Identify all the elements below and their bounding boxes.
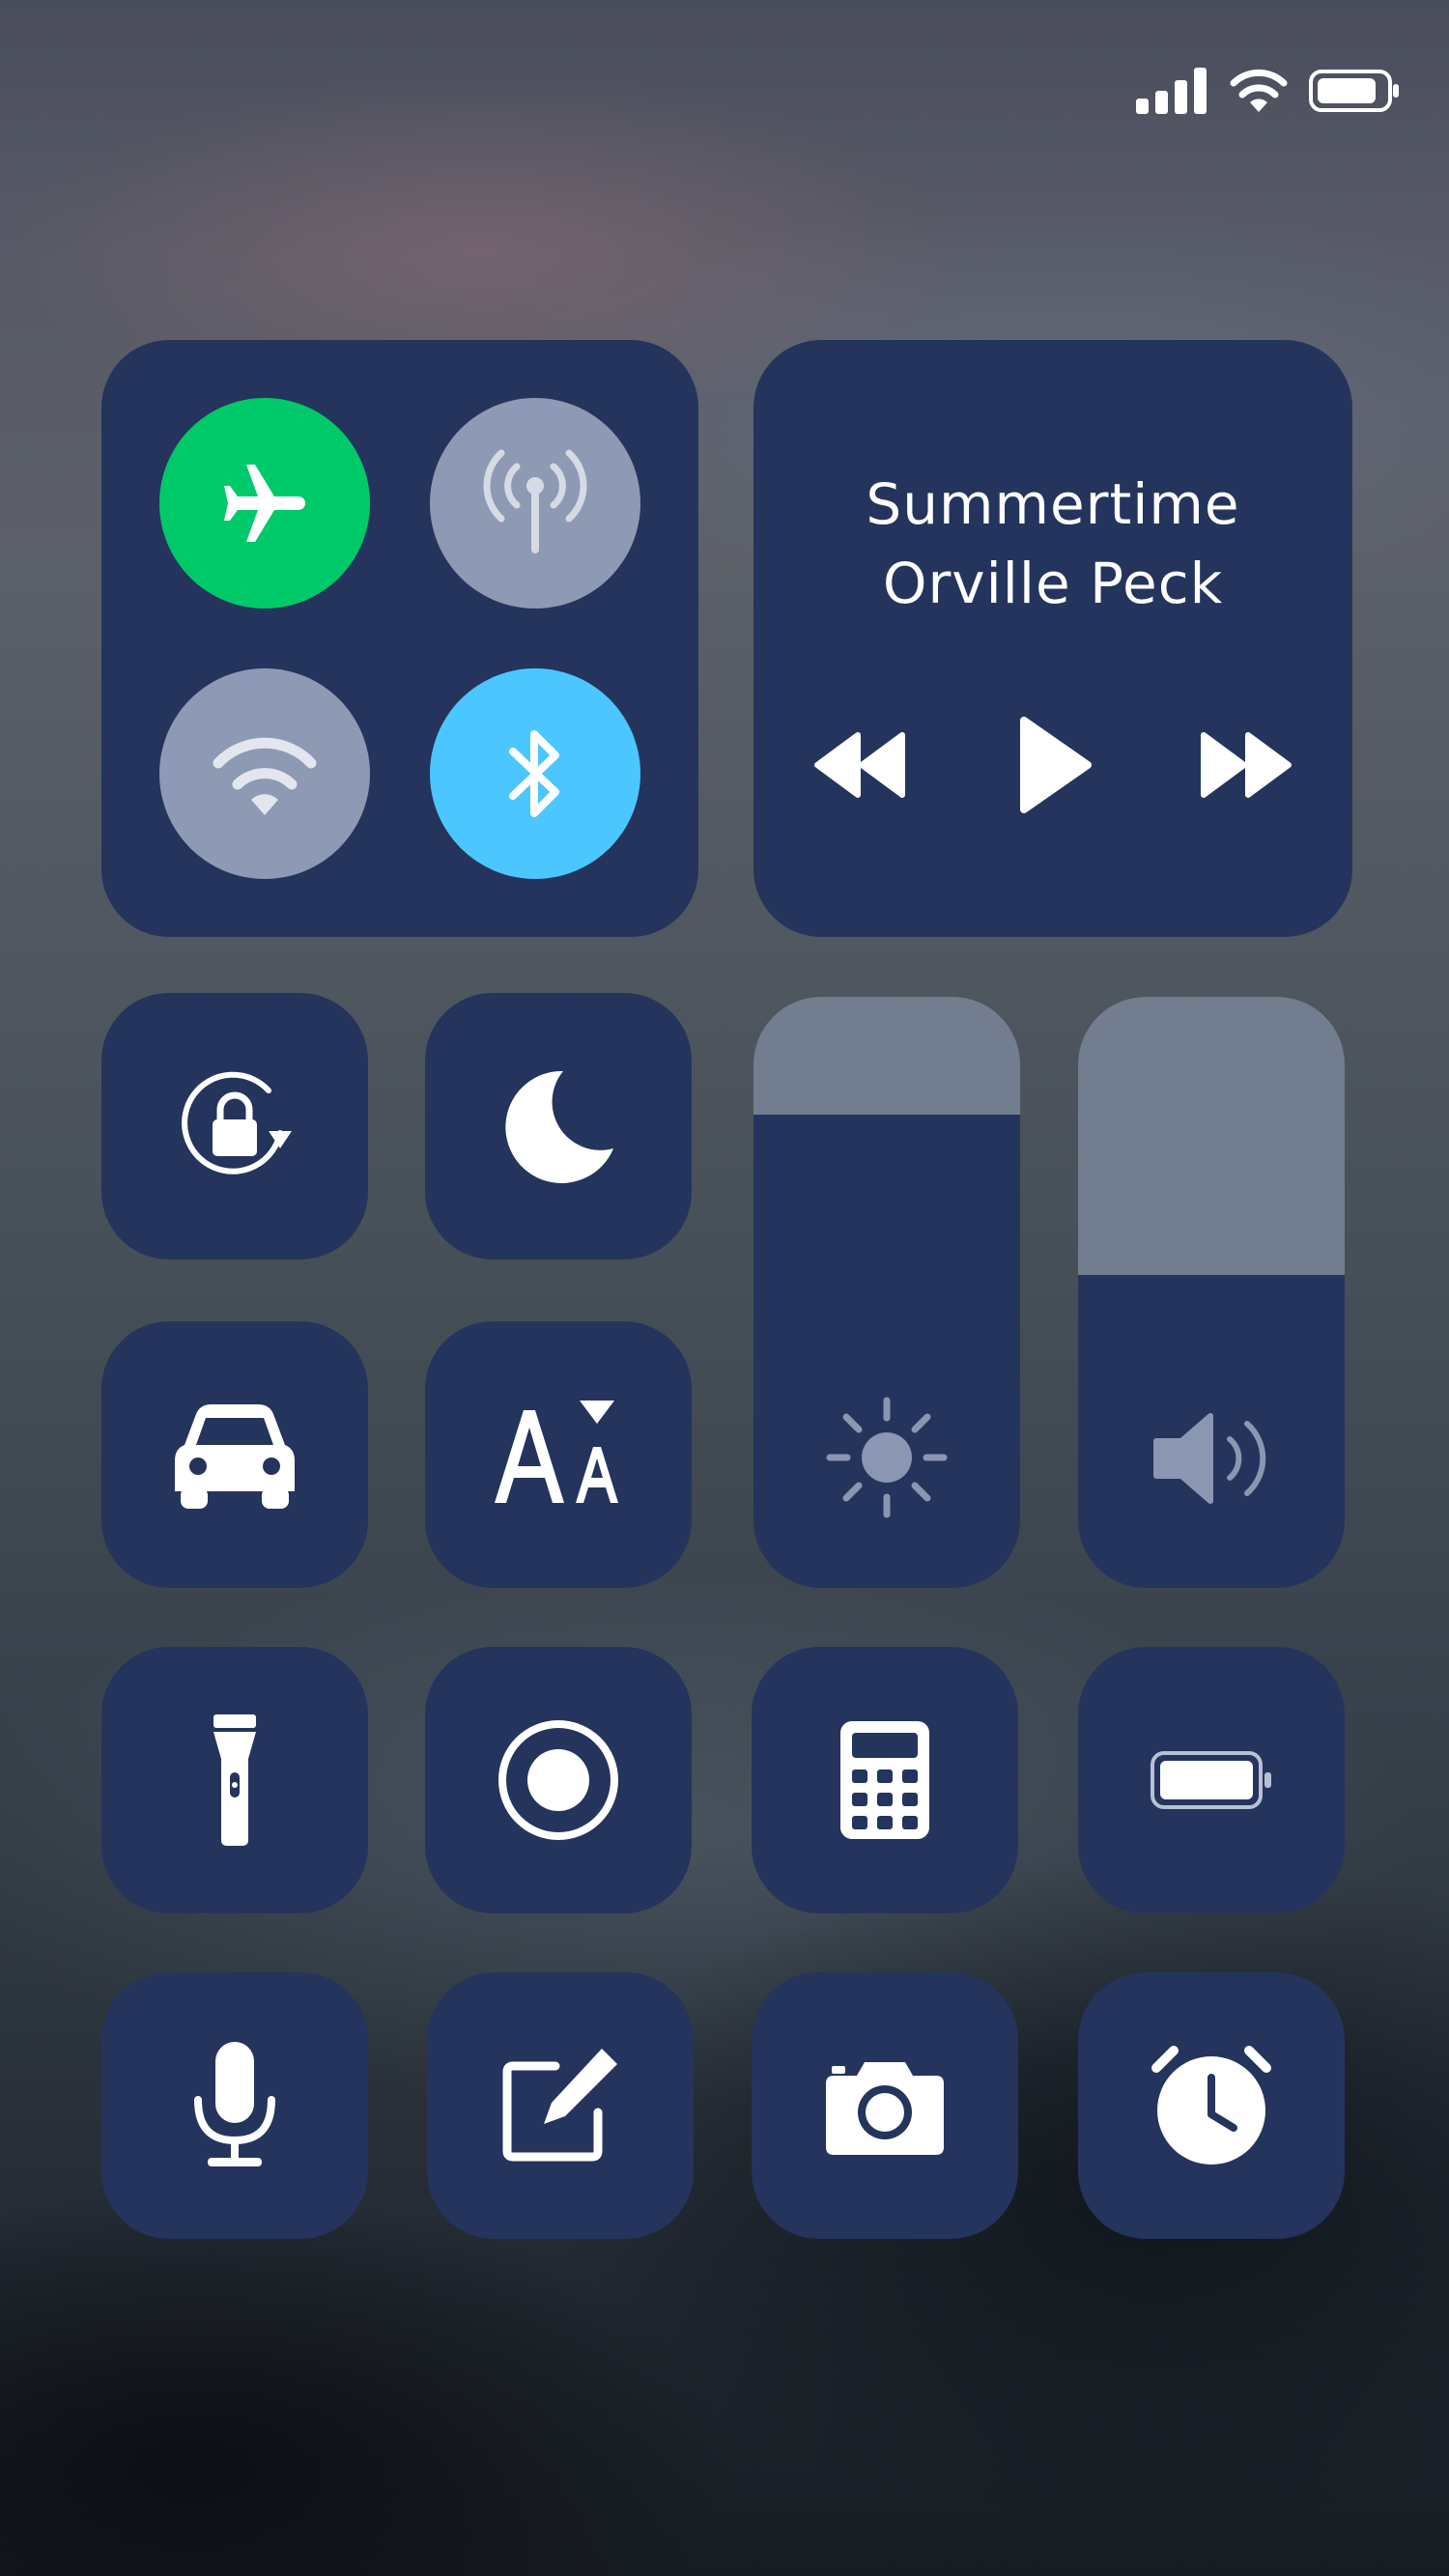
calculator-button[interactable]	[752, 1647, 1018, 1913]
flashlight-button[interactable]	[101, 1647, 368, 1913]
rewind-icon[interactable]	[811, 731, 908, 799]
low-power-mode-button[interactable]	[1078, 1647, 1345, 1913]
artist-name: Orville Peck	[882, 551, 1224, 616]
text-size-button[interactable]	[425, 1321, 692, 1588]
cellular-data-toggle[interactable]	[430, 398, 640, 609]
airplane-icon	[216, 455, 313, 552]
notes-icon	[497, 2043, 623, 2168]
play-icon[interactable]	[1016, 715, 1094, 815]
battery-icon	[1149, 1749, 1274, 1811]
cellular-antenna-icon	[482, 445, 588, 561]
screen-record-icon	[496, 1717, 621, 1843]
speaker-icon	[1149, 1401, 1274, 1520]
calculator-icon	[837, 1717, 933, 1843]
wifi-icon	[1229, 68, 1289, 118]
airplane-mode-toggle[interactable]	[159, 398, 370, 609]
wifi-toggle[interactable]	[159, 668, 370, 879]
volume-empty-track	[1078, 997, 1345, 1275]
alarm-button[interactable]	[1078, 1972, 1345, 2239]
song-title: Summertime	[866, 471, 1240, 537]
connectivity-panel	[101, 340, 698, 937]
fast-forward-icon[interactable]	[1198, 731, 1294, 799]
volume-slider[interactable]	[1078, 997, 1345, 1588]
screen-record-button[interactable]	[425, 1647, 692, 1913]
now-playing-panel[interactable]: Summertime Orville Peck	[753, 340, 1352, 937]
do-not-disturb-button[interactable]	[425, 993, 692, 1260]
flashlight-icon	[206, 1713, 264, 1848]
notes-button[interactable]	[427, 1972, 694, 2239]
text-size-icon	[491, 1397, 626, 1513]
microphone-icon	[186, 2038, 283, 2173]
alarm-clock-icon	[1149, 2043, 1274, 2168]
driving-focus-button[interactable]	[101, 1321, 368, 1588]
brightness-slider[interactable]	[753, 997, 1020, 1588]
cellular-signal-icon	[1136, 68, 1209, 118]
bluetooth-icon	[501, 721, 569, 827]
camera-icon	[822, 2052, 948, 2159]
rotation-lock-button[interactable]	[101, 993, 368, 1260]
voice-memo-button[interactable]	[101, 1972, 368, 2239]
bluetooth-toggle[interactable]	[430, 668, 640, 879]
rotation-lock-icon	[172, 1063, 298, 1189]
status-bar	[1136, 68, 1401, 118]
brightness-empty-track	[753, 997, 1020, 1115]
car-icon	[167, 1397, 302, 1513]
camera-button[interactable]	[752, 1972, 1018, 2239]
wifi-icon	[207, 730, 323, 817]
battery-icon	[1308, 68, 1401, 118]
sun-icon	[824, 1395, 950, 1524]
moon-icon	[496, 1063, 621, 1189]
